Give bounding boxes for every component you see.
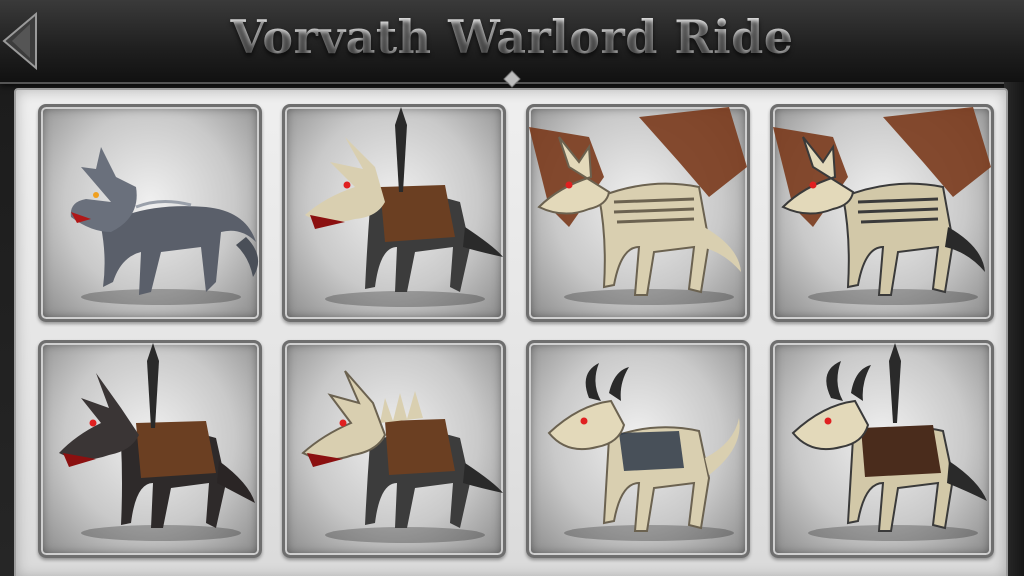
page-title: Vorvath Warlord Ride	[0, 10, 1024, 64]
mount-slot-skeletal-dragon[interactable]	[526, 104, 750, 322]
skeletal-dragon-icon	[773, 107, 991, 305]
gray-wolf-icon	[70, 147, 259, 305]
mount-slot-gray-wolf[interactable]	[38, 104, 262, 322]
mount-slot-armored-bone-hound[interactable]	[282, 104, 506, 322]
horned-bone-beast-icon	[547, 363, 740, 541]
armored-dark-wolf-icon	[59, 343, 255, 541]
mount-slot-armored-dark-wolf[interactable]	[38, 340, 262, 558]
mount-selection-screen: Vorvath Warlord Ride	[0, 0, 1024, 576]
diamond-ornament-icon	[503, 70, 521, 88]
armored-bone-hound-icon	[305, 107, 503, 307]
mount-slot-skeletal-dragon-variant[interactable]	[770, 104, 994, 322]
mount-slot-spiked-bone-hound[interactable]	[282, 340, 506, 558]
header-bar: Vorvath Warlord Ride	[0, 0, 1024, 88]
spiked-bone-hound-icon	[301, 370, 503, 543]
armored-horned-bone-beast-icon	[791, 343, 987, 541]
mount-slot-horned-bone-beast[interactable]	[526, 340, 750, 558]
mount-slot-armored-horned-bone-beast[interactable]	[770, 340, 994, 558]
skeletal-dragon-icon	[529, 107, 747, 305]
